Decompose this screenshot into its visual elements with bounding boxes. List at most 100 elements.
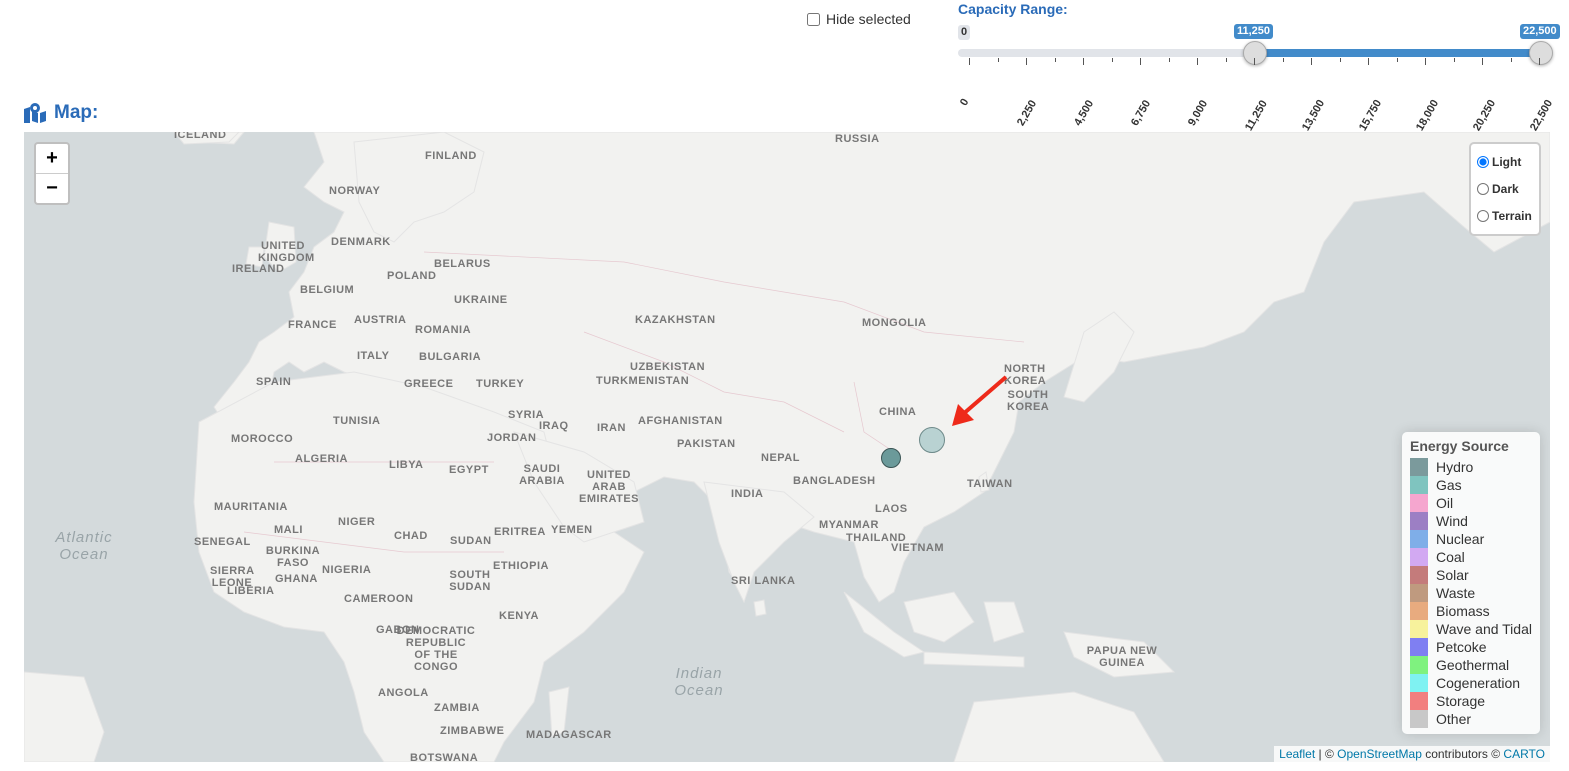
map-container[interactable]: ICELAND RUSSIA FINLAND NORWAY UNITED KIN… (24, 132, 1550, 762)
legend-item: Wave and Tidal (1410, 620, 1532, 638)
zoom-out-button[interactable]: − (36, 173, 68, 203)
label-botswana: BOTSWANA (410, 752, 479, 762)
slider-tick-label: 18,000 (1414, 97, 1442, 133)
attribution-carto-link[interactable]: CARTO (1503, 747, 1545, 761)
label-mauritania: MAURITANIA (214, 501, 288, 513)
label-turkmenistan: TURKMENISTAN (596, 375, 690, 387)
slider-minor-tick (997, 58, 999, 62)
label-angola: ANGOLA (378, 687, 429, 699)
label-atlantic-ocean: Atlantic Ocean (55, 529, 113, 563)
slider-from-handle[interactable] (1243, 41, 1267, 65)
slider-tick-label: 20,250 (1471, 97, 1499, 133)
label-afghanistan: AFGHANISTAN (638, 415, 723, 427)
label-ireland: IRELAND (232, 263, 285, 275)
label-nigeria: NIGERIA (322, 564, 372, 576)
slider-minor-tick (1396, 58, 1398, 62)
label-jordan: JORDAN (487, 432, 537, 444)
label-uzbekistan: UZBEKISTAN (630, 361, 706, 373)
legend-label: Wind (1436, 513, 1468, 529)
slider-minor-tick (1168, 58, 1170, 62)
label-pakistan: PAKISTAN (677, 438, 736, 450)
label-france: FRANCE (288, 319, 337, 331)
label-belgium: BELGIUM (300, 284, 355, 296)
legend-label: Cogeneration (1436, 675, 1521, 691)
legend-swatch (1410, 674, 1428, 692)
hide-selected-input[interactable] (807, 12, 820, 26)
label-taiwan: TAIWAN (967, 478, 1013, 490)
capacity-range-title: Capacity Range: (958, 1, 1068, 17)
label-ukraine: UKRAINE (454, 294, 508, 306)
legend-swatch (1410, 710, 1428, 728)
slider-minor-tick (1510, 58, 1512, 62)
label-south-sudan: SOUTH SUDAN (449, 569, 491, 593)
slider-major-tick (1482, 58, 1483, 65)
label-eritrea: ERITREA (494, 526, 546, 538)
legend-label: Coal (1436, 549, 1465, 565)
legend-swatch (1410, 584, 1428, 602)
slider-tick-label: 4,500 (1072, 98, 1097, 128)
label-bangladesh: BANGLADESH (793, 475, 876, 487)
label-denmark: DENMARK (331, 236, 391, 248)
layer-label-terrain: Terrain (1492, 209, 1532, 223)
layer-option-light[interactable]: Light (1477, 155, 1521, 169)
legend-swatch (1410, 638, 1428, 656)
label-liberia: LIBERIA (227, 585, 275, 597)
label-iceland: ICELAND (174, 132, 227, 141)
label-drc: DEMOCRATIC REPUBLIC OF THE CONGO (396, 625, 476, 673)
layer-radio-light[interactable] (1477, 156, 1489, 168)
slider-tick-label: 2,250 (1015, 98, 1040, 128)
slider-tick-label: 9,000 (1186, 98, 1211, 128)
legend-swatch (1410, 476, 1428, 494)
slider-minor-tick (1282, 58, 1284, 62)
layer-label-dark: Dark (1492, 182, 1519, 196)
slider-to-handle[interactable] (1529, 41, 1553, 65)
legend-item: Wind (1410, 512, 1468, 530)
label-madagascar: MADAGASCAR (526, 729, 612, 741)
label-kenya: KENYA (499, 610, 539, 622)
label-kazakhstan: KAZAKHSTAN (635, 314, 716, 326)
layer-option-dark[interactable]: Dark (1477, 182, 1519, 196)
label-china: CHINA (879, 406, 917, 418)
layer-radio-terrain[interactable] (1477, 210, 1489, 222)
slider-min-badge: 0 (958, 25, 971, 40)
legend-item: Oil (1410, 494, 1453, 512)
label-greece: GREECE (404, 378, 454, 390)
plant-marker-hydro-large[interactable] (919, 427, 945, 453)
layer-option-terrain[interactable]: Terrain (1477, 209, 1532, 223)
legend-item: Storage (1410, 692, 1485, 710)
label-zimbabwe: ZIMBABWE (440, 725, 505, 737)
hide-selected-checkbox[interactable]: Hide selected (807, 11, 911, 27)
label-sri-lanka: SRI LANKA (731, 575, 796, 587)
slider-tick-label: 15,750 (1357, 97, 1385, 133)
plant-marker-hydro[interactable] (881, 448, 901, 468)
legend-swatch (1410, 620, 1428, 638)
capacity-range-slider[interactable]: 0 11,250 22,500 0 2,250 4,500 6,750 9,000 11,… (958, 22, 1560, 133)
label-cameroon: CAMEROON (344, 593, 414, 605)
slider-major-tick (1140, 58, 1141, 65)
label-mali: MALI (274, 524, 303, 536)
attribution-osm-link[interactable]: OpenStreetMap (1337, 747, 1422, 761)
label-uae: UNITED ARAB EMIRATES (579, 469, 640, 505)
label-saudi-arabia: SAUDI ARABIA (519, 463, 565, 487)
label-italy: ITALY (357, 350, 390, 362)
red-arrow-annotation (952, 375, 1008, 426)
slider-major-tick (1083, 58, 1084, 65)
map-attribution: Leaflet | © OpenStreetMap contributors ©… (1274, 746, 1550, 762)
legend-swatch (1410, 548, 1428, 566)
legend-swatch (1410, 566, 1428, 584)
legend-label: Nuclear (1436, 531, 1485, 547)
slider-major-tick (1539, 58, 1540, 65)
legend-swatch (1410, 494, 1428, 512)
layer-radio-dark[interactable] (1477, 183, 1489, 195)
legend-item: Biomass (1410, 602, 1490, 620)
legend-swatch (1410, 656, 1428, 674)
legend-label: Oil (1436, 495, 1454, 511)
map-basemap (24, 132, 1550, 762)
label-papua-new-guinea: PAPUA NEW GUINEA (1086, 645, 1158, 669)
attribution-leaflet-link[interactable]: Leaflet (1279, 747, 1315, 761)
zoom-in-button[interactable]: + (36, 144, 68, 173)
attribution-sep: | © (1315, 747, 1338, 761)
label-poland: POLAND (387, 270, 437, 282)
slider-minor-tick (1453, 58, 1455, 62)
label-iraq: IRAQ (539, 420, 569, 432)
